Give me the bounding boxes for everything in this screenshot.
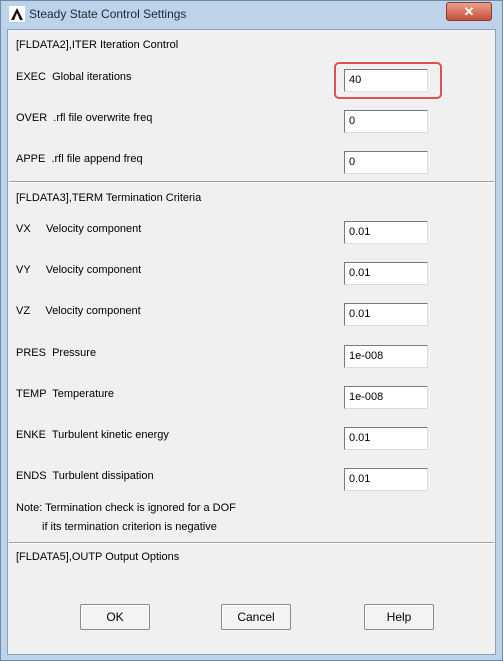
termination-section-title: [FLDATA3],TERM Termination Criteria xyxy=(16,192,202,204)
appe-label: APPE .rfl file append freq xyxy=(16,153,143,165)
termination-note-line1: Note: Termination check is ignored for a… xyxy=(16,502,236,514)
pres-input[interactable]: 1e-008 xyxy=(344,345,428,368)
section-divider xyxy=(9,542,494,544)
vz-label: VZ Velocity component xyxy=(16,305,141,317)
iteration-section-title: [FLDATA2],ITER Iteration Control xyxy=(16,39,179,51)
title-bar[interactable]: Steady State Control Settings ✕ xyxy=(1,1,502,29)
pres-label: PRES Pressure xyxy=(16,347,97,359)
temp-label: TEMP Temperature xyxy=(16,388,115,400)
help-button[interactable]: Help xyxy=(364,604,434,630)
termination-note-line2: if its termination criterion is negative xyxy=(42,521,217,533)
dialog-window: Steady State Control Settings ✕ [FLDATA2… xyxy=(0,0,503,661)
over-input[interactable]: 0 xyxy=(344,110,428,133)
exec-input[interactable]: 40 xyxy=(344,69,428,92)
ansys-logo-icon xyxy=(9,6,25,22)
vx-label: VX Velocity component xyxy=(16,223,142,235)
over-label: OVER .rfl file overwrite freq xyxy=(16,112,153,124)
enke-input[interactable]: 0.01 xyxy=(344,427,428,450)
ends-label: ENDS Turbulent dissipation xyxy=(16,470,154,482)
cancel-button[interactable]: Cancel xyxy=(221,604,291,630)
vy-label: VY Velocity component xyxy=(16,264,142,276)
vy-input[interactable]: 0.01 xyxy=(344,262,428,285)
close-button[interactable]: ✕ xyxy=(446,2,492,21)
window-title: Steady State Control Settings xyxy=(29,7,187,21)
section-divider xyxy=(9,181,494,183)
ends-input[interactable]: 0.01 xyxy=(344,468,428,491)
close-icon: ✕ xyxy=(463,4,475,19)
exec-label: EXEC Global iterations xyxy=(16,71,132,83)
vz-input[interactable]: 0.01 xyxy=(344,303,428,326)
output-section-title: [FLDATA5],OUTP Output Options xyxy=(16,551,180,563)
dialog-body: [FLDATA2],ITER Iteration Control EXEC Gl… xyxy=(7,29,496,655)
enke-label: ENKE Turbulent kinetic energy xyxy=(16,429,169,441)
temp-input[interactable]: 1e-008 xyxy=(344,386,428,409)
ok-button[interactable]: OK xyxy=(80,604,150,630)
vx-input[interactable]: 0.01 xyxy=(344,221,428,244)
appe-input[interactable]: 0 xyxy=(344,151,428,174)
